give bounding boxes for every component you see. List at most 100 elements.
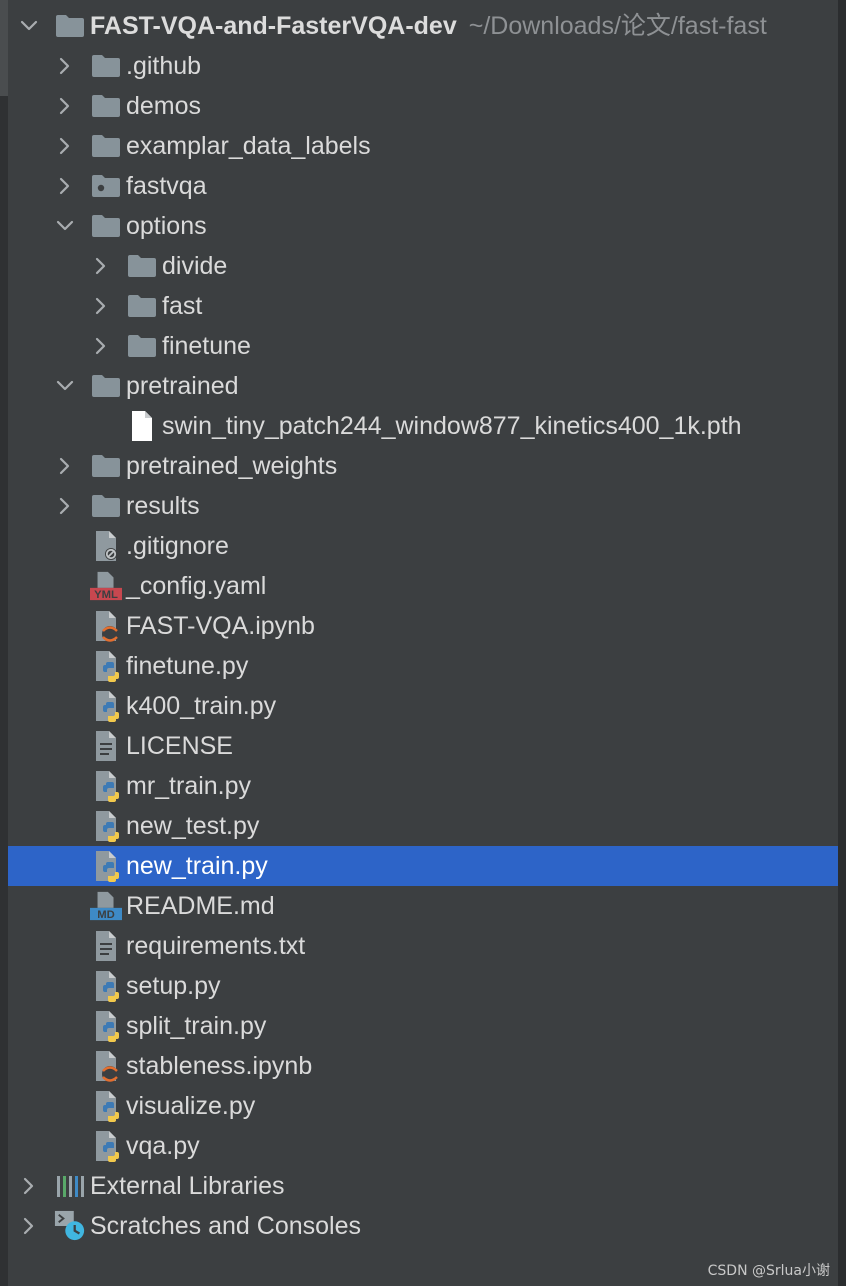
tree-scratches-and-consoles[interactable]: Scratches and Consoles — [8, 1206, 838, 1246]
chevron-right-icon[interactable] — [92, 246, 110, 286]
tree-item-split-train-py[interactable]: split_train.py — [8, 1006, 838, 1046]
tree-item-k400-train-py[interactable]: k400_train.py — [8, 686, 838, 726]
tree-item-finetune-py[interactable]: finetune.py — [8, 646, 838, 686]
python-icon — [90, 686, 122, 726]
tree-item-label: finetune.py — [126, 652, 249, 680]
folder-icon — [54, 6, 86, 46]
chevron-right-icon[interactable] — [56, 486, 74, 526]
tree-item-label: examplar_data_labels — [126, 132, 371, 160]
tree-item-mr-train-py[interactable]: mr_train.py — [8, 766, 838, 806]
chevron-down-icon[interactable] — [56, 366, 74, 406]
tree-item-options[interactable]: options — [8, 206, 838, 246]
markdown-icon: MD — [90, 886, 122, 926]
svg-text:YML: YML — [94, 589, 118, 601]
folder-icon — [90, 86, 122, 126]
folder-icon — [126, 286, 158, 326]
tree-item-requirements-txt[interactable]: requirements.txt — [8, 926, 838, 966]
tree-item-demos[interactable]: demos — [8, 86, 838, 126]
watermark: CSDN @Srlua小谢 — [707, 1263, 830, 1279]
tree-item-license[interactable]: LICENSE — [8, 726, 838, 766]
chevron-right-icon[interactable] — [20, 1166, 38, 1206]
tree-root-project[interactable]: FAST-VQA-and-FasterVQA-dev ~/Downloads/论文… — [8, 6, 838, 46]
tree-item-pretrained[interactable]: pretrained — [8, 366, 838, 406]
folder-icon — [90, 446, 122, 486]
libraries-icon — [54, 1166, 86, 1206]
text-file-icon — [90, 926, 122, 966]
tree-item-label: finetune — [162, 332, 251, 360]
chevron-down-icon[interactable] — [20, 6, 38, 46]
python-icon — [90, 1126, 122, 1166]
chevron-right-icon[interactable] — [56, 446, 74, 486]
tree-item-pretrained-weights[interactable]: pretrained_weights — [8, 446, 838, 486]
tree-item-swin-tiny-patch244-window877-kinetics400-1k-pth[interactable]: swin_tiny_patch244_window877_kinetics400… — [8, 406, 838, 446]
folder-icon — [90, 486, 122, 526]
tree-item-label: new_test.py — [126, 812, 260, 840]
file-icon — [126, 406, 158, 446]
tree-item-label: stableness.ipynb — [126, 1052, 313, 1080]
tree-item-readme-md[interactable]: MD README.md — [8, 886, 838, 926]
yaml-icon: YML — [90, 566, 122, 606]
chevron-right-icon[interactable] — [56, 46, 74, 86]
tree-item-setup-py[interactable]: setup.py — [8, 966, 838, 1006]
project-tree[interactable]: FAST-VQA-and-FasterVQA-dev ~/Downloads/论文… — [8, 6, 838, 1246]
chevron-right-icon[interactable] — [20, 1206, 38, 1246]
tree-item-label: .gitignore — [126, 532, 229, 560]
jupyter-icon — [90, 606, 122, 646]
tree-item-finetune[interactable]: finetune — [8, 326, 838, 366]
chevron-right-icon[interactable] — [56, 86, 74, 126]
tree-item-label: results — [126, 492, 200, 520]
tree-item-results[interactable]: results — [8, 486, 838, 526]
chevron-right-icon[interactable] — [56, 166, 74, 206]
folder-icon — [90, 46, 122, 86]
tree-item-new-test-py[interactable]: new_test.py — [8, 806, 838, 846]
chevron-right-icon[interactable] — [92, 326, 110, 366]
python-icon — [90, 766, 122, 806]
tree-item-gitignore[interactable]: .gitignore — [8, 526, 838, 566]
tree-item-config-yaml[interactable]: YML _config.yaml — [8, 566, 838, 606]
tree-item-visualize-py[interactable]: visualize.py — [8, 1086, 838, 1126]
tree-item-divide[interactable]: divide — [8, 246, 838, 286]
chevron-right-icon[interactable] — [92, 286, 110, 326]
chevron-right-icon[interactable] — [56, 126, 74, 166]
jupyter-icon — [90, 1046, 122, 1086]
folder-icon — [126, 326, 158, 366]
tree-item-label: options — [126, 212, 207, 240]
tree-item-examplar-data-labels[interactable]: examplar_data_labels — [8, 126, 838, 166]
project-tool-window: FAST-VQA-and-FasterVQA-dev ~/Downloads/论文… — [0, 0, 846, 1286]
tree-external-libraries[interactable]: External Libraries — [8, 1166, 838, 1206]
tree-item-label: requirements.txt — [126, 932, 306, 960]
tree-item-label: README.md — [126, 892, 275, 920]
tree-item-label: setup.py — [126, 972, 221, 1000]
right-edge — [838, 0, 846, 1286]
tree-item-label: pretrained_weights — [126, 452, 338, 480]
tree-item-new-train-py[interactable]: new_train.py — [8, 846, 838, 886]
project-root-name: FAST-VQA-and-FasterVQA-dev — [90, 12, 457, 40]
tree-item-fast-vqa-ipynb[interactable]: FAST-VQA.ipynb — [8, 606, 838, 646]
tree-item-fastvqa[interactable]: fastvqa — [8, 166, 838, 206]
tree-item-github[interactable]: .github — [8, 46, 838, 86]
tree-item-label: visualize.py — [126, 1092, 256, 1120]
svg-text:MD: MD — [97, 909, 115, 921]
folder-icon — [90, 126, 122, 166]
tree-item-fast[interactable]: fast — [8, 286, 838, 326]
tree-item-label: pretrained — [126, 372, 239, 400]
tree-item-stableness-ipynb[interactable]: stableness.ipynb — [8, 1046, 838, 1086]
left-gutter-highlight — [0, 0, 8, 96]
chevron-down-icon[interactable] — [56, 206, 74, 246]
tree-item-label: FAST-VQA.ipynb — [126, 612, 315, 640]
tree-item-label: .github — [126, 52, 202, 80]
tree-item-label: fast — [162, 292, 203, 320]
tree-item-vqa-py[interactable]: vqa.py — [8, 1126, 838, 1166]
